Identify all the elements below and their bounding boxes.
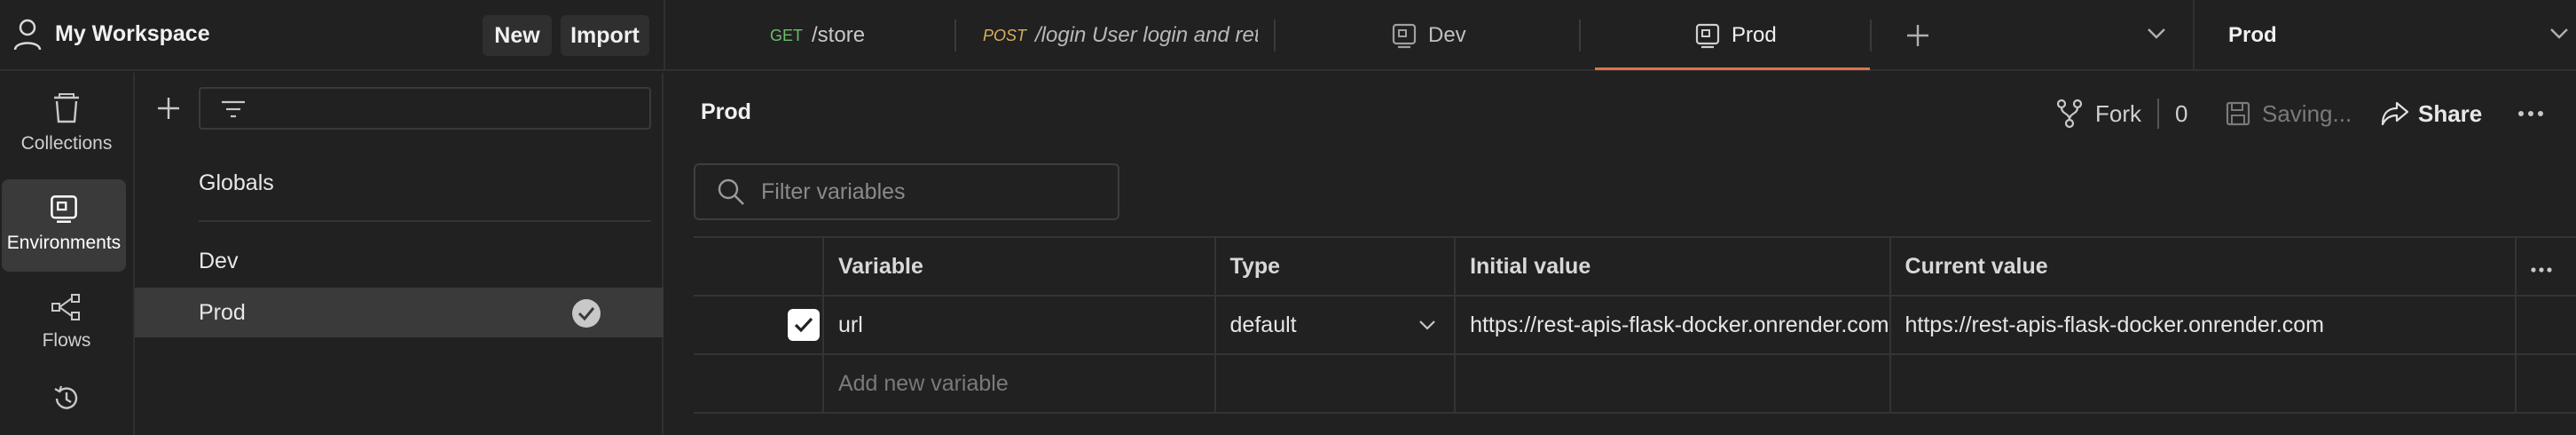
nav-collections[interactable]: Collections [0,89,133,169]
chevron-down-icon [2549,27,2569,41]
save-button[interactable]: Saving... [2225,96,2352,131]
env-item-label: Dev [199,248,239,273]
filter-variables-input[interactable]: Filter variables [694,163,1119,220]
tab-label: Dev [1428,23,1466,47]
tab-dev[interactable]: Dev [1391,0,1568,71]
share-label: Share [2418,99,2483,127]
more-icon[interactable] [2517,110,2544,117]
trash-icon [51,92,82,124]
plus-icon[interactable] [156,96,181,121]
tab-method: POST [983,26,1027,44]
share-button[interactable]: Share [2381,96,2482,131]
env-item-globals[interactable]: Globals [135,158,664,208]
nav-label: Collections [20,133,113,154]
tab-label: /store [812,23,866,47]
import-button[interactable]: Import [561,15,649,56]
env-item-dev[interactable]: Dev [135,236,664,286]
chevron-down-icon[interactable] [2147,27,2166,41]
tab-label: Prod [1732,23,1777,47]
fork-icon [2056,99,2083,129]
initial-value-cell[interactable]: https://rest-apis-flask-docker.onrender.… [1454,295,1891,355]
environment-selector[interactable]: Prod [2195,0,2576,71]
fork-button[interactable]: Fork 0 [2056,96,2187,131]
empty-cell [1213,353,1457,414]
workspace-header: My Workspace New Import [0,0,665,71]
variable-type-cell[interactable]: default [1213,295,1457,355]
plus-icon[interactable] [1905,23,1930,48]
header-current-value: Current value [1889,236,2517,297]
environment-icon [1694,22,1721,49]
nav-environments[interactable]: Environments [2,179,126,272]
fork-count: 0 [2175,99,2188,127]
variables-table: Variable Type Initial value Current valu… [694,236,2576,414]
tab-prod[interactable]: Prod [1694,0,1872,71]
header-initial-value: Initial value [1454,236,1891,297]
search-icon [717,178,745,206]
tab-divider [1274,20,1276,51]
row-checkbox-cell [694,353,824,414]
active-tab-indicator [1595,67,1870,70]
add-new-variable-input[interactable]: Add new variable [821,353,1216,414]
filter-icon [220,99,247,119]
variable-name-cell[interactable]: url [821,295,1216,355]
top-bar: My Workspace New Import GET /store POST … [0,0,2576,71]
check-circle-icon[interactable] [571,298,601,328]
enable-variable-checkbox[interactable] [788,309,820,341]
user-icon[interactable] [12,18,43,51]
flows-icon [51,293,82,321]
chevron-down-icon [1418,319,1436,331]
tab-divider [1870,20,1872,51]
history-icon [51,384,82,414]
tab-label: /login User login and ret [1035,23,1258,47]
save-label: Saving... [2262,99,2352,127]
tab-post-login[interactable]: POST /login User login and ret [983,0,1258,71]
current-value-cell[interactable]: https://rest-apis-flask-docker.onrender.… [1889,295,2517,355]
table-row: url default https://rest-apis-flask-dock… [694,295,2576,355]
empty-cell [2515,353,2576,414]
new-button[interactable]: New [483,15,552,56]
environment-search-input[interactable] [199,87,651,130]
filter-placeholder: Filter variables [761,178,906,204]
share-icon [2381,101,2409,126]
row-checkbox-cell [694,295,824,355]
table-options-cell[interactable] [2515,236,2576,297]
more-icon[interactable] [2531,266,2552,273]
nav-history[interactable] [0,384,133,419]
page-title: Prod [701,99,751,124]
header-checkbox-cell [694,236,824,297]
environment-list-panel: Globals Dev Prod [135,73,664,435]
variable-type-value: default [1229,312,1297,337]
tab-method: GET [770,26,804,44]
table-row-add: Add new variable [694,353,2576,414]
nav-flows[interactable]: Flows [0,286,133,366]
env-item-prod[interactable]: Prod [135,288,664,337]
environment-icon [1391,22,1418,49]
header-type: Type [1213,236,1457,297]
fork-label: Fork [2095,99,2141,127]
tab-divider [954,20,956,51]
environment-selector-value: Prod [2228,23,2277,47]
env-item-label: Prod [199,299,246,325]
tab-divider [1579,20,1581,51]
divider [199,220,651,222]
header-variable: Variable [821,236,1216,297]
row-options-cell [2515,295,2576,355]
left-nav: Collections Environments Flows [0,73,135,435]
nav-label: Flows [42,330,91,351]
empty-cell [1889,353,2517,414]
empty-cell [1454,353,1891,414]
nav-label: Environments [6,233,122,253]
environment-icon [49,194,79,224]
env-item-label: Globals [199,170,274,195]
table-header-row: Variable Type Initial value Current valu… [694,236,2576,297]
workspace-title[interactable]: My Workspace [55,21,210,47]
save-icon [2225,100,2251,127]
divider [2157,99,2159,129]
tab-get-store[interactable]: GET /store [770,0,947,71]
